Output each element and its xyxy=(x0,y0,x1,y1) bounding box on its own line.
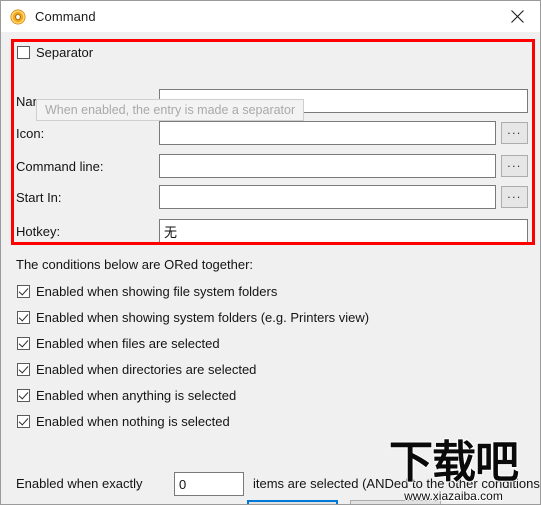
dialog-body: Separator When enabled, the entry is mad… xyxy=(1,32,541,504)
condition-row-file-system-folders[interactable]: Enabled when showing file system folders xyxy=(17,284,277,299)
condition-label: Enabled when showing file system folders xyxy=(36,284,278,299)
condition-row-directories-selected[interactable]: Enabled when directories are selected xyxy=(17,362,256,377)
checkbox-directories-selected[interactable] xyxy=(17,363,30,376)
close-icon[interactable] xyxy=(495,1,540,31)
hotkey-input[interactable] xyxy=(159,219,528,243)
condition-label: Enabled when directories are selected xyxy=(36,362,257,377)
condition-row-system-folders[interactable]: Enabled when showing system folders (e.g… xyxy=(17,310,369,325)
separator-tooltip: When enabled, the entry is made a separa… xyxy=(36,99,305,121)
condition-row-anything-selected[interactable]: Enabled when anything is selected xyxy=(17,388,236,403)
conditions-title: The conditions below are ORed together: xyxy=(16,257,254,272)
hotkey-label: Hotkey: xyxy=(16,223,61,239)
condition-label: Enabled when files are selected xyxy=(36,336,220,351)
command-line-browse-button[interactable]: ... xyxy=(501,155,528,177)
condition-label: Enabled when showing system folders (e.g… xyxy=(36,310,370,325)
exact-count-input[interactable] xyxy=(174,472,244,496)
condition-label: Enabled when nothing is selected xyxy=(36,414,230,429)
field-row-command-line: Command line: ... xyxy=(1,153,540,179)
condition-label: Enabled when anything is selected xyxy=(36,388,237,403)
field-row-icon: Icon: ... xyxy=(1,120,540,146)
window-title: Command xyxy=(35,9,96,24)
icon-browse-button[interactable]: ... xyxy=(501,122,528,144)
cancel-button[interactable]: Cancel xyxy=(350,500,441,504)
exact-count-row: Enabled when exactly items are selected … xyxy=(16,472,541,498)
exact-count-label: Enabled when exactly xyxy=(16,476,143,491)
command-line-input[interactable] xyxy=(159,154,496,178)
separator-label: Separator xyxy=(36,45,94,60)
start-in-browse-button[interactable]: ... xyxy=(501,186,528,208)
checkbox-system-folders[interactable] xyxy=(17,311,30,324)
ok-button[interactable]: OK xyxy=(247,500,338,504)
start-in-input[interactable] xyxy=(159,185,496,209)
checkbox-files-selected[interactable] xyxy=(17,337,30,350)
donut-icon xyxy=(10,9,26,25)
separator-checkbox-row[interactable]: Separator xyxy=(17,45,93,60)
separator-checkbox[interactable] xyxy=(17,46,30,59)
command-dialog: Command Separator When enabled, the entr… xyxy=(0,0,541,505)
icon-input[interactable] xyxy=(159,121,496,145)
field-row-start-in: Start In: ... xyxy=(1,184,540,210)
checkbox-file-system-folders[interactable] xyxy=(17,285,30,298)
icon-label: Icon: xyxy=(16,125,45,141)
checkbox-nothing-selected[interactable] xyxy=(17,415,30,428)
command-line-label: Command line: xyxy=(16,158,104,174)
title-bar: Command xyxy=(1,1,540,32)
condition-row-files-selected[interactable]: Enabled when files are selected xyxy=(17,336,220,351)
start-in-label: Start In: xyxy=(16,189,62,205)
condition-row-nothing-selected[interactable]: Enabled when nothing is selected xyxy=(17,414,230,429)
exact-count-suffix: items are selected (ANDed to the other c… xyxy=(253,476,541,491)
field-row-hotkey: Hotkey: xyxy=(1,218,540,244)
checkbox-anything-selected[interactable] xyxy=(17,389,30,402)
